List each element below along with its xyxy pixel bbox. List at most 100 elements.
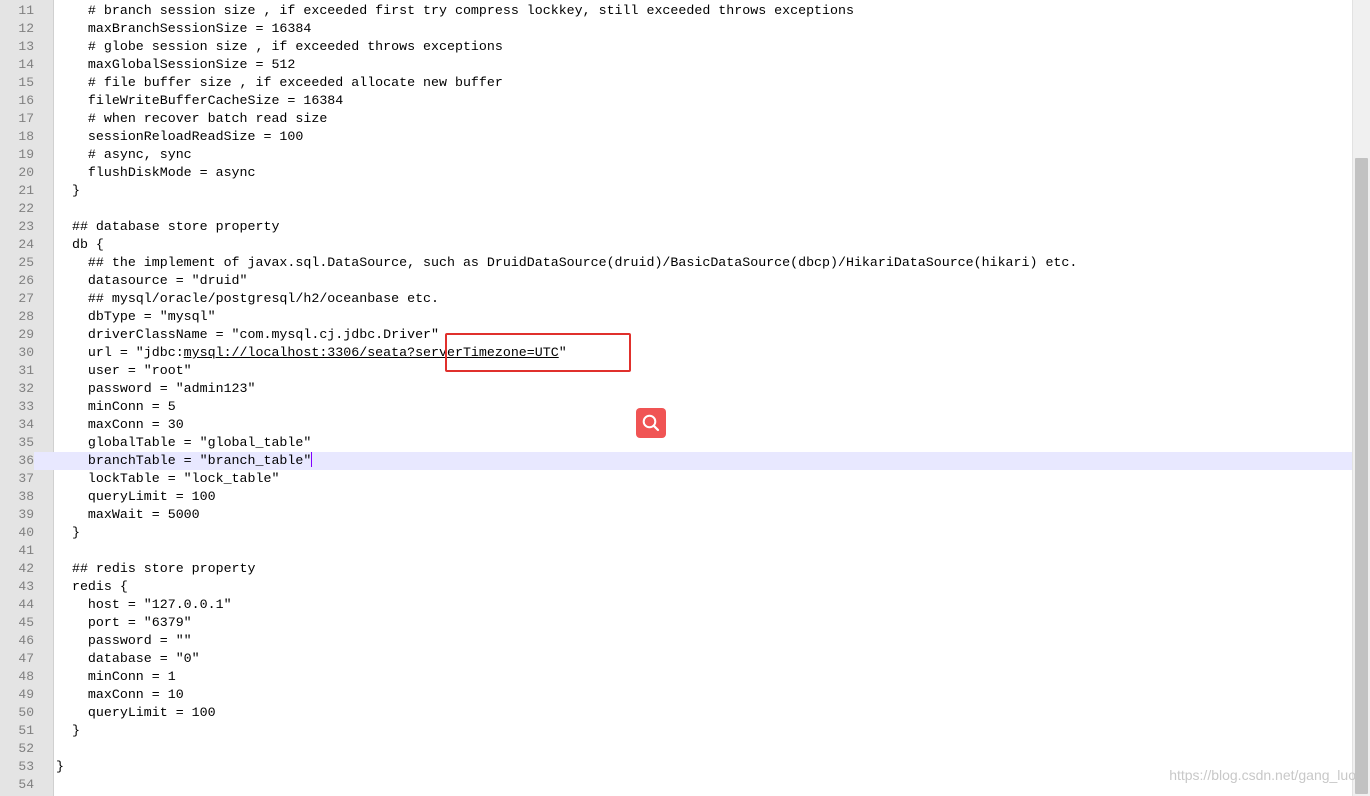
- line-text: url = "jdbc:mysql://localhost:3306/seata…: [56, 344, 567, 362]
- code-line[interactable]: 11 # branch session size , if exceeded f…: [0, 2, 1352, 20]
- code-line[interactable]: 46 password = "": [0, 632, 1352, 650]
- line-number: 31: [18, 363, 34, 378]
- line-number: 22: [18, 201, 34, 216]
- line-text: maxConn = 10: [56, 687, 184, 702]
- code-line[interactable]: 19 # async, sync: [0, 146, 1352, 164]
- code-editor[interactable]: 11 # branch session size , if exceeded f…: [0, 0, 1352, 796]
- code-line[interactable]: 54: [0, 776, 1352, 794]
- code-line[interactable]: 47 database = "0": [0, 650, 1352, 668]
- line-number: 52: [18, 741, 34, 756]
- code-line[interactable]: 38 queryLimit = 100: [0, 488, 1352, 506]
- line-text: password = "admin123": [56, 381, 256, 396]
- magnifier-icon: [642, 414, 660, 432]
- line-text: fileWriteBufferCacheSize = 16384: [56, 93, 344, 108]
- code-line[interactable]: 27 ## mysql/oracle/postgresql/h2/oceanba…: [0, 290, 1352, 308]
- code-line[interactable]: 42 ## redis store property: [0, 560, 1352, 578]
- line-number: 13: [18, 39, 34, 54]
- code-line[interactable]: 31 user = "root": [0, 362, 1352, 380]
- search-button[interactable]: [636, 408, 666, 438]
- line-number: 35: [18, 435, 34, 450]
- line-text: }: [56, 183, 80, 198]
- line-number: 41: [18, 543, 34, 558]
- code-line[interactable]: 39 maxWait = 5000: [0, 506, 1352, 524]
- code-line[interactable]: 48 minConn = 1: [0, 668, 1352, 686]
- line-number: 29: [18, 327, 34, 342]
- url-suffix: ": [558, 345, 567, 360]
- code-line[interactable]: 30 url = "jdbc:mysql://localhost:3306/se…: [0, 344, 1352, 362]
- code-line[interactable]: 25 ## the implement of javax.sql.DataSou…: [0, 254, 1352, 272]
- line-number: 46: [18, 633, 34, 648]
- line-text: driverClassName = "com.mysql.cj.jdbc.Dri…: [56, 327, 440, 342]
- code-line[interactable]: 18 sessionReloadReadSize = 100: [0, 128, 1352, 146]
- code-line[interactable]: 26 datasource = "druid": [0, 272, 1352, 290]
- line-number: 12: [18, 21, 34, 36]
- line-text: ## mysql/oracle/postgresql/h2/oceanbase …: [56, 291, 440, 306]
- code-line[interactable]: 23 ## database store property: [0, 218, 1352, 236]
- line-number: 27: [18, 291, 34, 306]
- code-line[interactable]: 21 }: [0, 182, 1352, 200]
- line-number: 44: [18, 597, 34, 612]
- vertical-scrollbar[interactable]: [1352, 0, 1370, 796]
- line-text: # branch session size , if exceeded firs…: [56, 3, 854, 18]
- line-number: 43: [18, 579, 34, 594]
- code-line[interactable]: 16 fileWriteBufferCacheSize = 16384: [0, 92, 1352, 110]
- line-number: 32: [18, 381, 34, 396]
- line-text: queryLimit = 100: [56, 705, 216, 720]
- line-number: 19: [18, 147, 34, 162]
- code-line[interactable]: 15 # file buffer size , if exceeded allo…: [0, 74, 1352, 92]
- code-line[interactable]: 36 branchTable = "branch_table": [0, 452, 1352, 470]
- line-number: 14: [18, 57, 34, 72]
- code-line[interactable]: 17 # when recover batch read size: [0, 110, 1352, 128]
- code-line[interactable]: 28 dbType = "mysql": [0, 308, 1352, 326]
- code-line[interactable]: 40 }: [0, 524, 1352, 542]
- code-line[interactable]: 51 }: [0, 722, 1352, 740]
- line-text: ## redis store property: [56, 561, 256, 576]
- code-line[interactable]: 50 queryLimit = 100: [0, 704, 1352, 722]
- line-number: 18: [18, 129, 34, 144]
- code-line[interactable]: 53}: [0, 758, 1352, 776]
- code-line[interactable]: 14 maxGlobalSessionSize = 512: [0, 56, 1352, 74]
- line-text: maxWait = 5000: [56, 507, 200, 522]
- line-text: minConn = 1: [56, 669, 176, 684]
- line-number: 15: [18, 75, 34, 90]
- line-number: 25: [18, 255, 34, 270]
- code-line[interactable]: 24 db {: [0, 236, 1352, 254]
- line-number: 49: [18, 687, 34, 702]
- line-number: 34: [18, 417, 34, 432]
- code-line[interactable]: 41: [0, 542, 1352, 560]
- line-number: 39: [18, 507, 34, 522]
- code-line[interactable]: 13 # globe session size , if exceeded th…: [0, 38, 1352, 56]
- line-text: host = "127.0.0.1": [56, 597, 232, 612]
- code-line[interactable]: 34 maxConn = 30: [0, 416, 1352, 434]
- line-number: 51: [18, 723, 34, 738]
- code-line[interactable]: 29 driverClassName = "com.mysql.cj.jdbc.…: [0, 326, 1352, 344]
- code-line[interactable]: 44 host = "127.0.0.1": [0, 596, 1352, 614]
- code-line[interactable]: 52: [0, 740, 1352, 758]
- line-number: 16: [18, 93, 34, 108]
- line-text: }: [56, 525, 80, 540]
- code-line[interactable]: 12 maxBranchSessionSize = 16384: [0, 20, 1352, 38]
- code-line[interactable]: 35 globalTable = "global_table": [0, 434, 1352, 452]
- code-line[interactable]: 45 port = "6379": [0, 614, 1352, 632]
- line-text: database = "0": [56, 651, 200, 666]
- line-text: maxGlobalSessionSize = 512: [56, 57, 296, 72]
- code-line[interactable]: 33 minConn = 5: [0, 398, 1352, 416]
- line-number: 48: [18, 669, 34, 684]
- code-line[interactable]: 49 maxConn = 10: [0, 686, 1352, 704]
- line-text: maxConn = 30: [56, 417, 184, 432]
- line-number: 23: [18, 219, 34, 234]
- code-line[interactable]: 37 lockTable = "lock_table": [0, 470, 1352, 488]
- line-text: user = "root": [56, 363, 192, 378]
- code-line[interactable]: 20 flushDiskMode = async: [0, 164, 1352, 182]
- scrollbar-thumb[interactable]: [1355, 158, 1368, 794]
- code-line[interactable]: 32 password = "admin123": [0, 380, 1352, 398]
- line-number: 54: [18, 777, 34, 792]
- code-line[interactable]: 22: [0, 200, 1352, 218]
- url-link[interactable]: mysql://localhost:3306/seata?serverTimez…: [184, 345, 559, 360]
- line-number: 40: [18, 525, 34, 540]
- line-number: 36: [0, 452, 34, 470]
- line-text: }: [56, 759, 64, 774]
- code-line[interactable]: 43 redis {: [0, 578, 1352, 596]
- line-text: sessionReloadReadSize = 100: [56, 129, 304, 144]
- line-text: flushDiskMode = async: [56, 165, 256, 180]
